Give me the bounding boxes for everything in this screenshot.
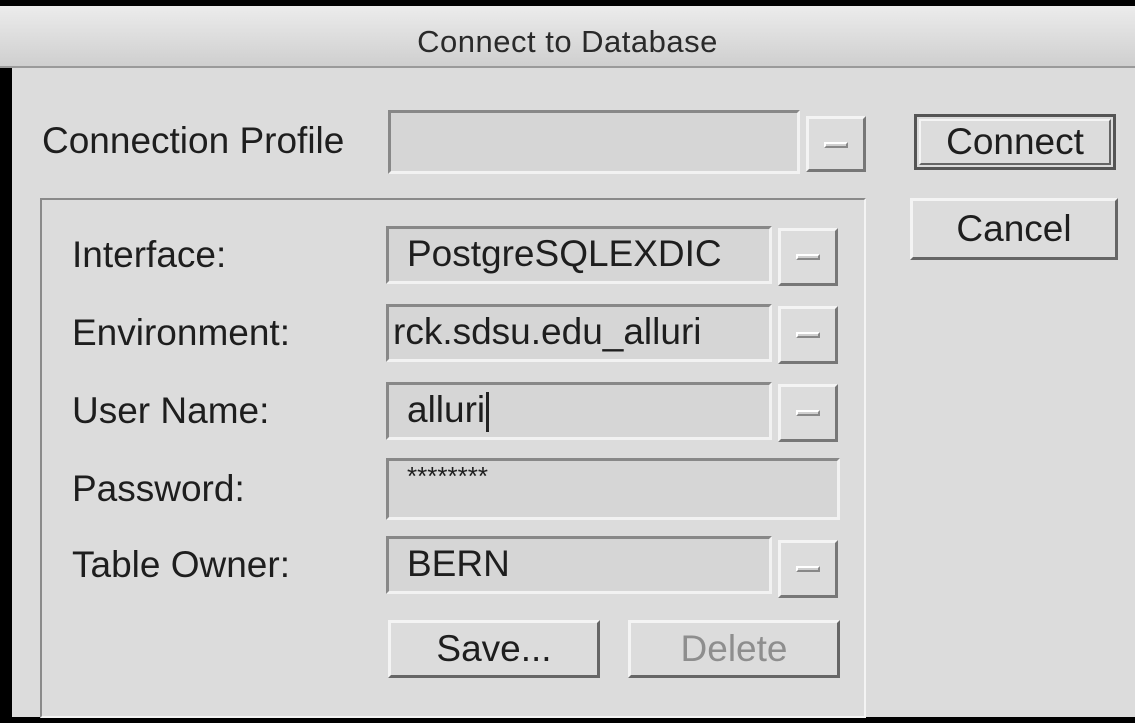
delete-button[interactable]: Delete [628, 620, 840, 678]
user-name-value: alluri [407, 389, 486, 430]
table-owner-field[interactable]: BERN [386, 536, 772, 594]
interface-dropdown[interactable] [778, 228, 838, 286]
table-owner-label: Table Owner: [72, 544, 290, 585]
window-title: Connect to Database [417, 24, 718, 59]
window-edge [0, 68, 12, 723]
connect-dialog: Connect to Database Connection Profile C… [0, 6, 1135, 723]
password-label: Password: [72, 468, 245, 509]
text-cursor-icon [486, 392, 490, 433]
cancel-button[interactable]: Cancel [910, 198, 1118, 260]
environment-dropdown[interactable] [778, 306, 838, 364]
connection-profile-dropdown[interactable] [806, 116, 866, 172]
interface-field[interactable]: PostgreSQLEXDIC [386, 226, 772, 284]
dropdown-arrow-icon [796, 566, 820, 572]
dropdown-arrow-icon [796, 332, 820, 338]
environment-label: Environment: [72, 312, 290, 353]
user-name-label: User Name: [72, 390, 270, 431]
table-owner-dropdown[interactable] [778, 540, 838, 598]
user-name-field[interactable]: alluri [386, 382, 772, 440]
dropdown-arrow-icon [796, 410, 820, 416]
connect-button-label: Connect [919, 119, 1111, 165]
user-name-dropdown[interactable] [778, 384, 838, 442]
dropdown-arrow-icon [796, 254, 820, 260]
dropdown-arrow-icon [824, 142, 848, 148]
environment-field[interactable]: rck.sdsu.edu_alluri [386, 304, 772, 362]
connect-button[interactable]: Connect [914, 114, 1116, 170]
connection-profile-field[interactable] [388, 110, 800, 174]
password-field[interactable]: ******** [386, 458, 840, 520]
title-bar[interactable]: Connect to Database [0, 6, 1135, 68]
save-button[interactable]: Save... [388, 620, 600, 678]
interface-label: Interface: [72, 234, 227, 275]
connection-profile-label: Connection Profile [42, 120, 345, 161]
